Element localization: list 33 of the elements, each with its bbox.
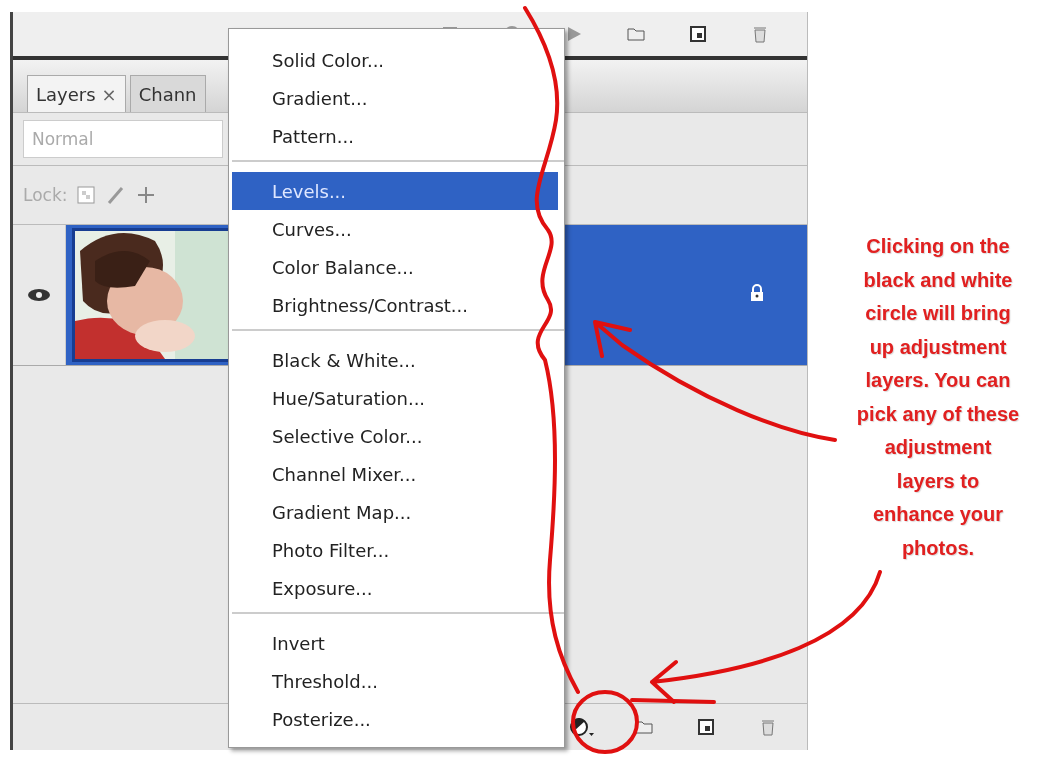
menu-item[interactable]: Channel Mixer... [232,455,558,493]
new-layer-icon[interactable] [688,24,708,44]
menu-item[interactable]: Selective Color... [232,417,558,455]
lock-icon[interactable] [749,284,765,302]
move-icon[interactable] [135,185,156,205]
close-icon[interactable]: × [101,83,117,105]
menu-item[interactable]: Exposure... [232,569,558,607]
menu-item[interactable]: Curves... [232,210,558,248]
menu-item[interactable]: Gradient Map... [232,493,558,531]
menu-item[interactable]: Black & White... [232,341,558,379]
menu-item[interactable]: Invert [232,624,558,662]
brush-icon[interactable] [105,185,126,205]
lock-label: Lock: [23,185,68,205]
menu-item[interactable]: Posterize... [232,700,558,738]
menu-item[interactable]: Solid Color... [232,41,558,79]
panel-tab[interactable]: Chann [129,75,206,112]
menu-item[interactable]: Threshold... [232,662,558,700]
annotation-text: Clicking on the black and white circle will bring up adjustment layers. You can pick any of these adjustment layers to enhance your photos. [855,234,1021,561]
menu-item[interactable]: Brightness/Contrast... [232,286,558,324]
menu-item[interactable]: Hue/Saturation... [232,379,558,417]
menu-item[interactable]: Pattern... [232,117,558,155]
menu-item[interactable]: Gradient... [232,79,558,117]
panel-tab[interactable]: Layers × [27,75,126,112]
half-circle-icon[interactable] [569,716,595,738]
tab-label: Layers [36,83,96,105]
checkerboard-icon[interactable] [75,185,96,205]
menu-item[interactable]: Photo Filter... [232,531,558,569]
circle-mark [571,690,639,754]
tab-label: Chann [138,83,197,105]
menu-item[interactable]: Levels... [232,172,558,210]
new-layer-icon[interactable] [696,717,716,737]
menu-item[interactable]: Color Balance... [232,248,558,286]
eye-icon[interactable] [26,286,52,304]
